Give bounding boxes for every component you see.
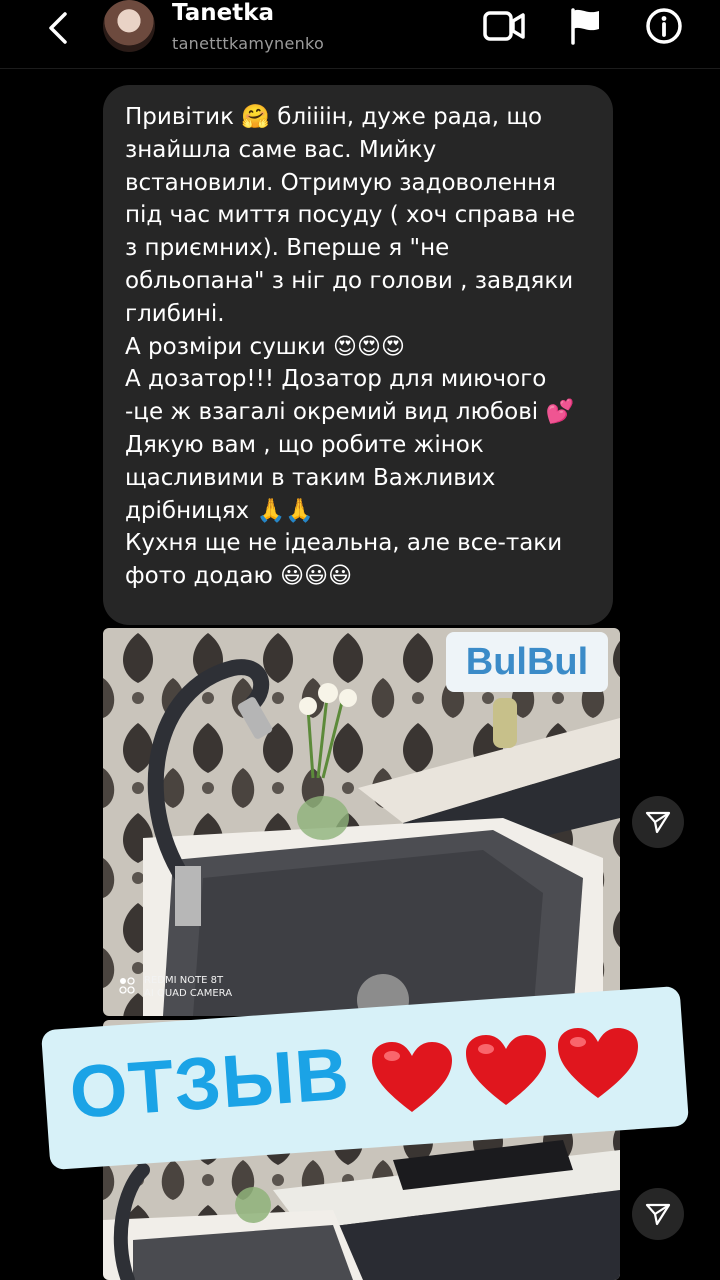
watermark-line: AI QUAD CAMERA bbox=[144, 988, 233, 999]
message-paragraph: Привітик 🤗 бліііін, дуже рада, що знайшл… bbox=[125, 104, 576, 327]
flag-icon bbox=[571, 8, 599, 45]
camera-watermark-icon bbox=[118, 976, 140, 1000]
message-paragraph: Дякую вам , що робите жінок щасливими в … bbox=[125, 431, 496, 524]
report-button[interactable] bbox=[564, 6, 608, 46]
heart-icon bbox=[466, 1035, 546, 1105]
message-paragraph: А розміри сушки 😍😍😍 bbox=[125, 333, 405, 360]
avatar[interactable] bbox=[103, 0, 155, 52]
watermark-line: REDMI NOTE 8T bbox=[144, 975, 224, 986]
message-paragraph: А дозатор!!! Дозатор для миючого -це ж в… bbox=[125, 366, 575, 426]
message-paragraph: Кухня ще не ідеальна, але все-таки фото … bbox=[125, 530, 563, 590]
info-button[interactable] bbox=[642, 6, 686, 46]
username[interactable]: Tanetka bbox=[172, 0, 274, 26]
send-icon bbox=[645, 811, 671, 834]
camera-watermark: REDMI NOTE 8T AI QUAD CAMERA bbox=[144, 974, 232, 1000]
user-handle: tanetttkamynenko bbox=[172, 34, 325, 53]
send-icon bbox=[645, 1203, 671, 1226]
info-icon bbox=[646, 8, 682, 44]
share-button[interactable] bbox=[632, 796, 684, 848]
bulbul-logo: BulBul bbox=[446, 632, 608, 692]
heart-icon bbox=[372, 1042, 452, 1112]
chat-header: Tanetka tanetttkamynenko bbox=[0, 0, 720, 69]
heart-icon bbox=[558, 1028, 638, 1098]
video-call-button[interactable] bbox=[482, 6, 526, 46]
share-button[interactable] bbox=[632, 1188, 684, 1240]
message-bubble[interactable]: Привітик 🤗 бліііін, дуже рада, що знайшл… bbox=[103, 85, 613, 625]
back-button[interactable] bbox=[40, 10, 76, 46]
back-chevron-icon bbox=[49, 12, 67, 44]
video-call-icon bbox=[483, 11, 525, 41]
